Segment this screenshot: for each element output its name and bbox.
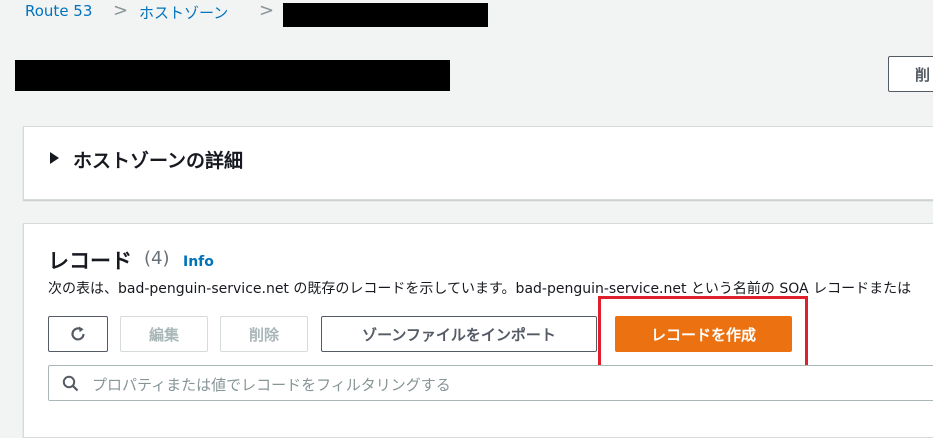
refresh-icon [71, 326, 85, 341]
search-icon [62, 375, 79, 392]
records-description: 次の表は、bad-penguin-service.net の既存のレコードを示し… [48, 281, 912, 297]
breadcrumb-route53-link[interactable]: Route 53 [25, 2, 92, 20]
hosted-zone-details-toggle[interactable]: ホストゾーンの詳細 [73, 146, 243, 173]
page-title-redacted [15, 60, 450, 91]
expand-caret-icon[interactable] [50, 152, 59, 164]
annotation-highlight-box [598, 296, 808, 369]
import-zone-file-button[interactable]: ゾーンファイルをインポート [321, 316, 597, 352]
records-title: レコード [48, 249, 132, 273]
breadcrumb-hosted-zones-link[interactable]: ホストゾーン [139, 2, 228, 23]
records-count: (4) [144, 248, 170, 269]
breadcrumb-separator: > [259, 0, 275, 21]
redacted-zone-name-breadcrumb [283, 3, 488, 27]
filter-records-placeholder: プロパティまたは値でレコードをフィルタリングする [92, 376, 451, 394]
delete-zone-button[interactable]: 削 [888, 56, 933, 92]
info-link[interactable]: Info [183, 254, 214, 270]
delete-button[interactable]: 削除 [220, 316, 308, 352]
breadcrumb-separator: > [113, 0, 129, 21]
edit-button[interactable]: 編集 [120, 316, 208, 352]
refresh-button[interactable] [48, 316, 108, 352]
